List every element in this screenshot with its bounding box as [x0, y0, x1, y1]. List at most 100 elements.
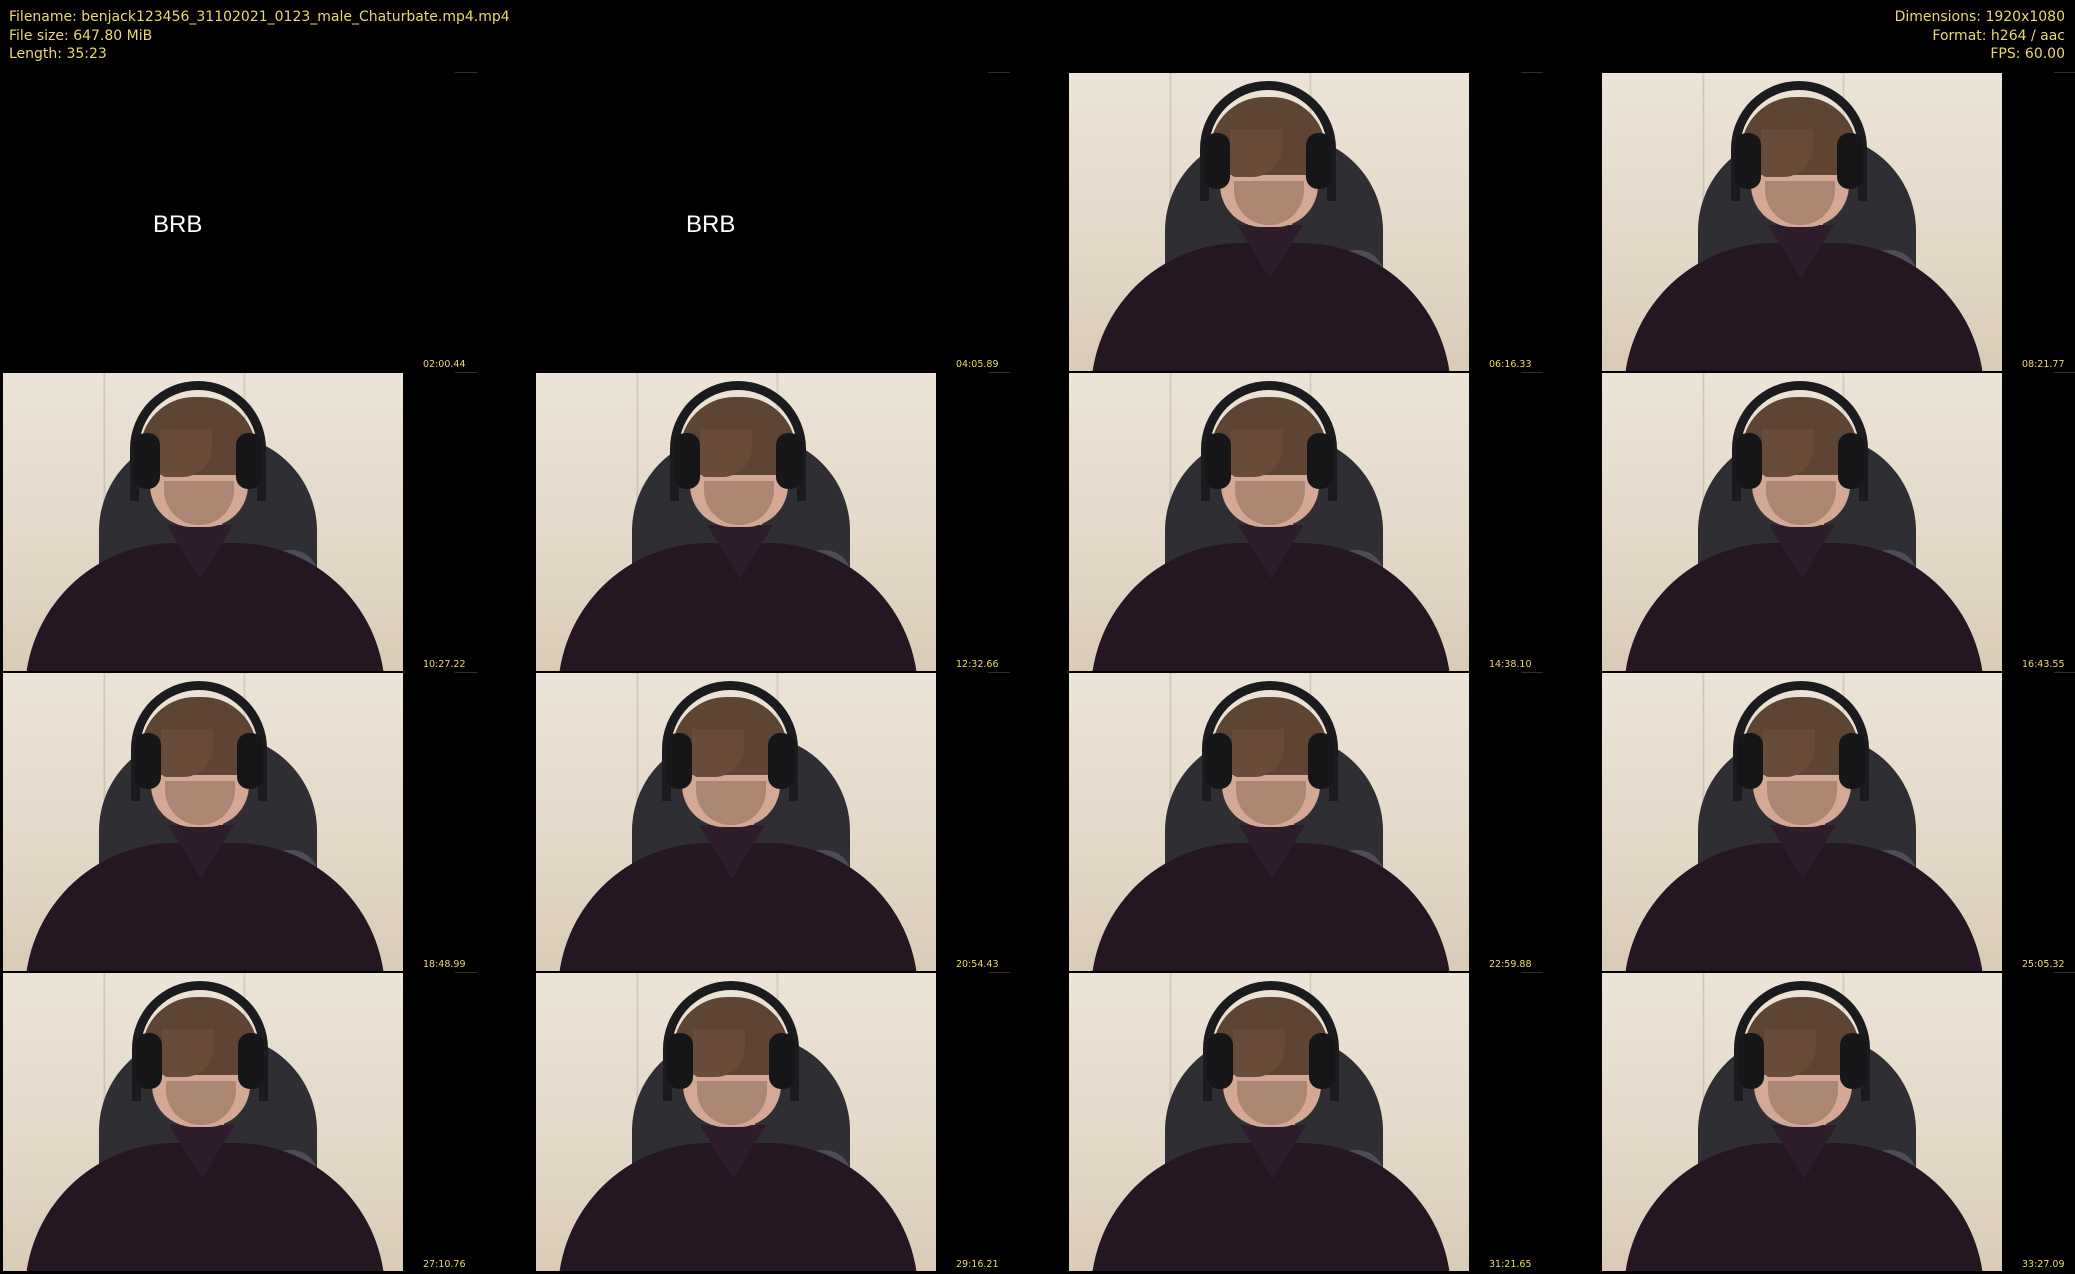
webcam-frame [536, 973, 936, 1271]
filesize-text: File size: 647.80 MiB [9, 27, 153, 44]
thumbnail-cell: 16:43.55 [1599, 372, 2075, 672]
timestamp-label: 16:43.55 [2022, 659, 2065, 670]
webcam-frame [536, 673, 936, 971]
thumbnail-cell: 08:21.77 [1599, 72, 2075, 372]
divider [2054, 672, 2075, 673]
divider [455, 72, 477, 73]
webcam-frame [1602, 373, 2002, 671]
webcam-frame [1602, 673, 2002, 971]
headphones-cup-graphic [1837, 133, 1863, 189]
divider [1521, 372, 1543, 373]
headphones-cup-graphic [1738, 1033, 1764, 1089]
divider [2054, 372, 2075, 373]
headphones-cup-graphic [1735, 133, 1761, 189]
divider [1521, 672, 1543, 673]
headphones-cup-graphic [1309, 1033, 1335, 1089]
fps-text: FPS: 60.00 [1990, 46, 2065, 62]
headphones-cup-graphic [1839, 733, 1865, 789]
thumbnail-cell: 33:27.09 [1599, 972, 2075, 1272]
webcam-frame [536, 373, 936, 671]
webcam-frame [1069, 973, 1469, 1271]
thumbnail-grid: BRB 02:00.44 BRB 04:05.89 06:16.33 08:21.77 10… [0, 72, 2075, 1274]
thumbnail-cell: BRB 02:00.44 [0, 72, 533, 372]
webcam-frame [1069, 673, 1469, 971]
headphones-cup-graphic [1306, 133, 1332, 189]
divider [455, 372, 477, 373]
headphones-cup-graphic [1207, 1033, 1233, 1089]
headphones-cup-graphic [1737, 733, 1763, 789]
timestamp-label: 18:48.99 [423, 959, 466, 970]
webcam-frame [1602, 73, 2002, 371]
timestamp-label: 27:10.76 [423, 1259, 466, 1270]
timestamp-label: 08:21.77 [2022, 359, 2065, 370]
headphones-cup-graphic [666, 733, 692, 789]
thumbnail-cell: 06:16.33 [1066, 72, 1599, 372]
thumbnail-cell: 14:38.10 [1066, 372, 1599, 672]
headphones-cup-graphic [136, 1033, 162, 1089]
timestamp-label: 29:16.21 [956, 1259, 999, 1270]
timestamp-label: 31:21.65 [1489, 1259, 1532, 1270]
timestamp-label: 12:32.66 [956, 659, 999, 670]
thumbnail-cell: 25:05.32 [1599, 672, 2075, 972]
headphones-cup-graphic [769, 1033, 795, 1089]
thumbnail-cell: 12:32.66 [533, 372, 1066, 672]
filename-text: Filename: benjack123456_31102021_0123_ma… [9, 9, 510, 25]
webcam-frame [3, 373, 403, 671]
thumbnail-cell: 31:21.65 [1066, 972, 1599, 1272]
headphones-cup-graphic [238, 1033, 264, 1089]
format-text: Format: h264 / aac [1932, 27, 2065, 44]
length-text: Length: 35:23 [9, 46, 107, 62]
brb-frame: BRB [533, 73, 1066, 371]
headphones-cup-graphic [1308, 733, 1334, 789]
divider [1521, 972, 1543, 973]
dimensions-text: Dimensions: 1920x1080 [1894, 9, 2065, 25]
timestamp-label: 20:54.43 [956, 959, 999, 970]
thumbnail-cell: 10:27.22 [0, 372, 533, 672]
timestamp-label: 22:59.88 [1489, 959, 1532, 970]
webcam-frame [1069, 373, 1469, 671]
webcam-frame [1069, 73, 1469, 371]
video-info: Dimensions: 1920x1080 Format: h264 / aac… [1895, 8, 2065, 64]
thumbnail-cell: 22:59.88 [1066, 672, 1599, 972]
webcam-frame [1602, 973, 2002, 1271]
divider [988, 672, 1010, 673]
thumbnail-cell: 20:54.43 [533, 672, 1066, 972]
headphones-cup-graphic [1307, 433, 1333, 489]
headphones-cup-graphic [1736, 433, 1762, 489]
timestamp-label: 33:27.09 [2022, 1259, 2065, 1270]
webcam-frame [3, 673, 403, 971]
divider [988, 972, 1010, 973]
thumbnail-cell: 29:16.21 [533, 972, 1066, 1272]
timestamp-label: 06:16.33 [1489, 359, 1532, 370]
headphones-cup-graphic [1205, 433, 1231, 489]
divider [1521, 72, 1543, 73]
headphones-cup-graphic [1840, 1033, 1866, 1089]
headphones-cup-graphic [1204, 133, 1230, 189]
divider [455, 672, 477, 673]
divider [988, 72, 1010, 73]
brb-label: BRB [686, 211, 736, 238]
headphones-cup-graphic [237, 733, 263, 789]
headphones-cup-graphic [1838, 433, 1864, 489]
thumbnail-cell: 18:48.99 [0, 672, 533, 972]
divider [455, 972, 477, 973]
file-info: Filename: benjack123456_31102021_0123_ma… [9, 8, 510, 64]
timestamp-label: 02:00.44 [423, 359, 466, 370]
headphones-cup-graphic [674, 433, 700, 489]
divider [988, 372, 1010, 373]
timestamp-label: 10:27.22 [423, 659, 466, 670]
divider [2054, 972, 2075, 973]
divider [2054, 72, 2075, 73]
timestamp-label: 04:05.89 [956, 359, 999, 370]
timestamp-label: 14:38.10 [1489, 659, 1532, 670]
headphones-cup-graphic [1206, 733, 1232, 789]
thumbnail-cell: 27:10.76 [0, 972, 533, 1272]
brb-label: BRB [153, 211, 203, 238]
headphones-cup-graphic [135, 733, 161, 789]
brb-frame: BRB [0, 73, 533, 371]
headphones-cup-graphic [134, 433, 160, 489]
headphones-cup-graphic [667, 1033, 693, 1089]
headphones-cup-graphic [236, 433, 262, 489]
thumbnail-cell: BRB 04:05.89 [533, 72, 1066, 372]
webcam-frame [3, 973, 403, 1271]
